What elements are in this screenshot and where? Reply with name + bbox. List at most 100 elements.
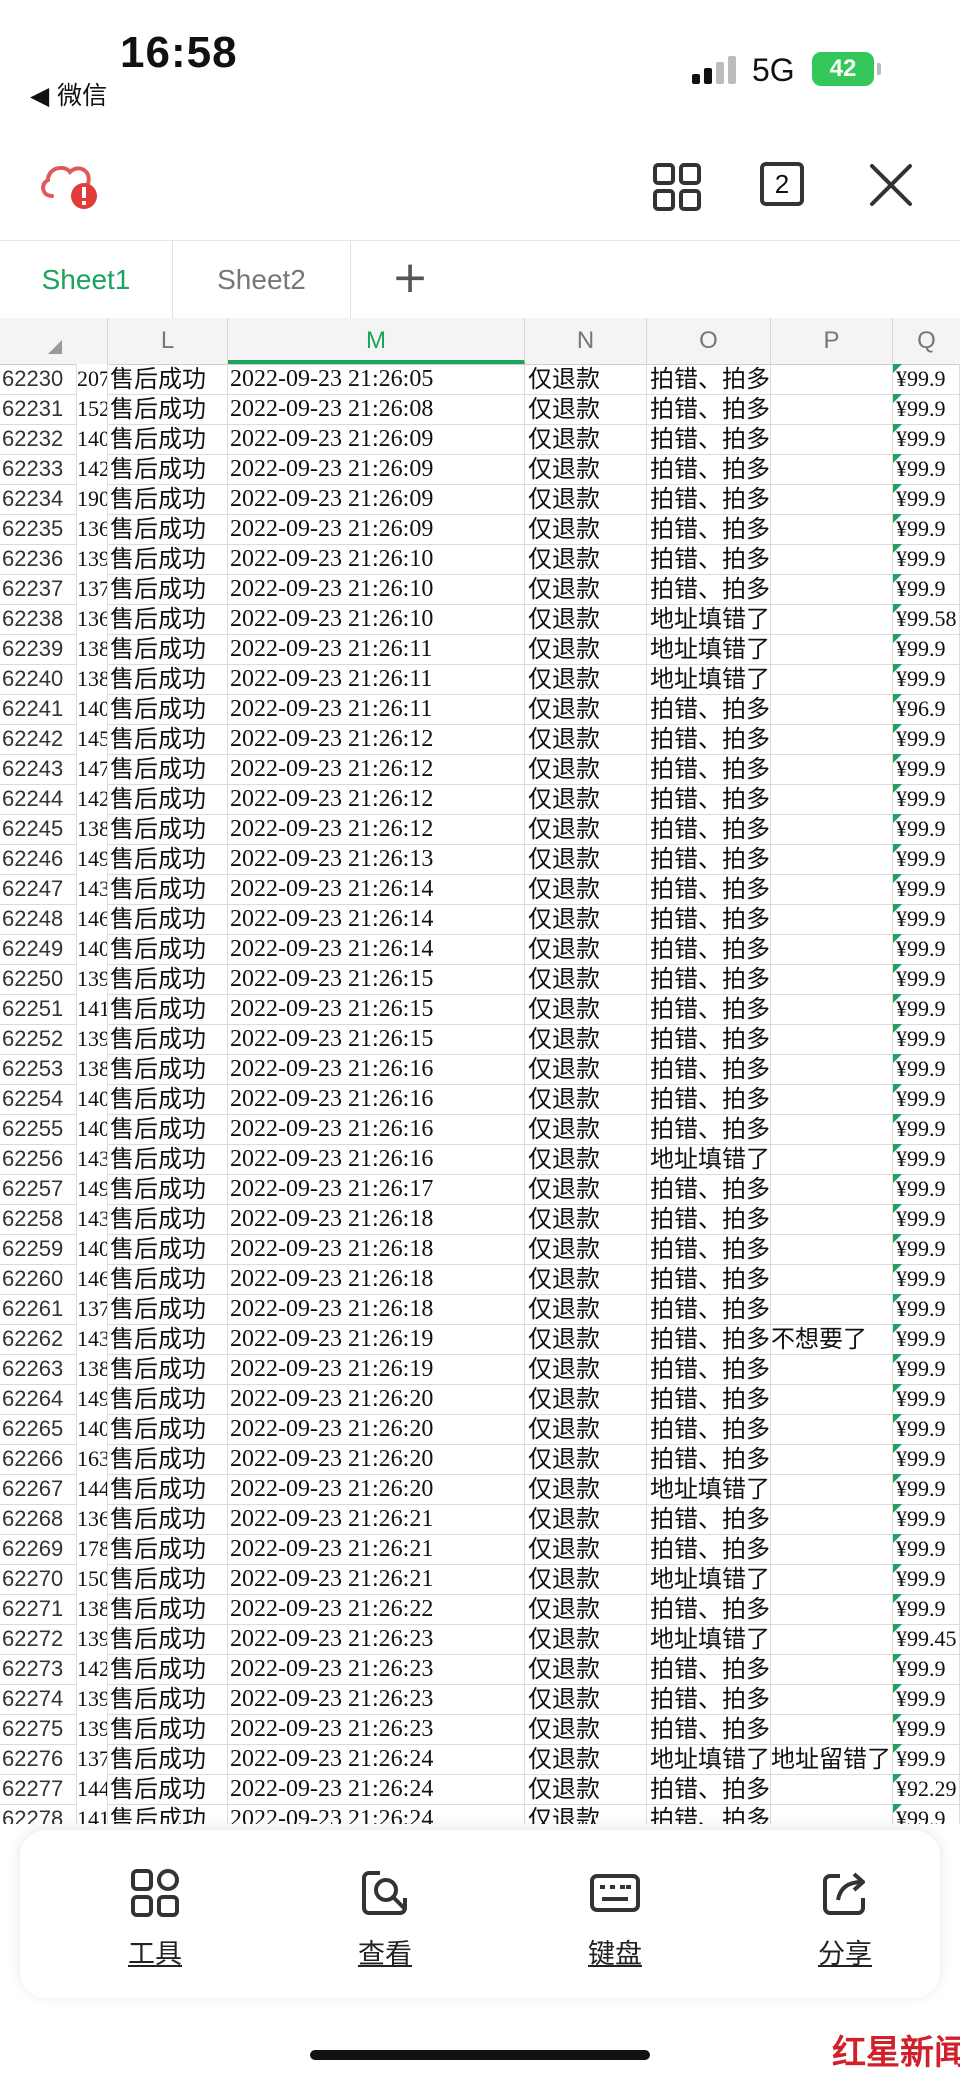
cloud-alert-icon[interactable] bbox=[38, 156, 100, 212]
cell-l[interactable]: 售后成功 bbox=[108, 1234, 228, 1264]
cell-n[interactable]: 仅退款 bbox=[525, 1234, 647, 1264]
cell-q[interactable]: ¥99.9 bbox=[893, 1204, 960, 1234]
cell-n[interactable]: 仅退款 bbox=[525, 1324, 647, 1354]
cell-n[interactable]: 仅退款 bbox=[525, 604, 647, 634]
cell-p[interactable] bbox=[771, 514, 893, 544]
cell-m[interactable]: 2022-09-23 21:26:09 bbox=[228, 484, 525, 514]
cell-l[interactable]: 售后成功 bbox=[108, 364, 228, 394]
cell-o[interactable]: 拍错、拍多 bbox=[647, 1654, 771, 1684]
cell-k[interactable]: 136 bbox=[76, 604, 108, 634]
cell-l[interactable]: 售后成功 bbox=[108, 394, 228, 424]
cell-m[interactable]: 2022-09-23 21:26:18 bbox=[228, 1264, 525, 1294]
cell-m[interactable]: 2022-09-23 21:26:15 bbox=[228, 994, 525, 1024]
cell-n[interactable]: 仅退款 bbox=[525, 634, 647, 664]
cell-k[interactable]: 143 bbox=[76, 1144, 108, 1174]
cell-k[interactable]: 143 bbox=[76, 874, 108, 904]
cell-p[interactable] bbox=[771, 1714, 893, 1744]
cell-n[interactable]: 仅退款 bbox=[525, 1474, 647, 1504]
cell-n[interactable]: 仅退款 bbox=[525, 1174, 647, 1204]
cell-n[interactable]: 仅退款 bbox=[525, 484, 647, 514]
cell-m[interactable]: 2022-09-23 21:26:15 bbox=[228, 1024, 525, 1054]
cell-n[interactable]: 仅退款 bbox=[525, 664, 647, 694]
cell-k[interactable]: 139 bbox=[76, 1714, 108, 1744]
cell-k[interactable]: 163 bbox=[76, 1444, 108, 1474]
cell-p[interactable] bbox=[771, 574, 893, 604]
cell-l[interactable]: 售后成功 bbox=[108, 1774, 228, 1804]
cell-k[interactable]: 144 bbox=[76, 1774, 108, 1804]
cell-o[interactable]: 拍错、拍多 bbox=[647, 934, 771, 964]
cell-n[interactable]: 仅退款 bbox=[525, 844, 647, 874]
cell-l[interactable]: 售后成功 bbox=[108, 544, 228, 574]
cell-o[interactable]: 地址填错了 bbox=[647, 1144, 771, 1174]
cell-n[interactable]: 仅退款 bbox=[525, 904, 647, 934]
cell-m[interactable]: 2022-09-23 21:26:12 bbox=[228, 814, 525, 844]
cell-o[interactable]: 拍错、拍多 bbox=[647, 574, 771, 604]
cell-q[interactable]: ¥99.9 bbox=[893, 1054, 960, 1084]
cell-l[interactable]: 售后成功 bbox=[108, 664, 228, 694]
cell-l[interactable]: 售后成功 bbox=[108, 964, 228, 994]
cell-m[interactable]: 2022-09-23 21:26:12 bbox=[228, 724, 525, 754]
cell-k[interactable]: 152 bbox=[76, 394, 108, 424]
cell-m[interactable]: 2022-09-23 21:26:13 bbox=[228, 844, 525, 874]
cell-p[interactable] bbox=[771, 1594, 893, 1624]
cell-m[interactable]: 2022-09-23 21:26:11 bbox=[228, 664, 525, 694]
cell-q[interactable]: ¥99.9 bbox=[893, 1744, 960, 1774]
cell-n[interactable]: 仅退款 bbox=[525, 1684, 647, 1714]
cell-n[interactable]: 仅退款 bbox=[525, 574, 647, 604]
cell-k[interactable]: 138 bbox=[76, 1054, 108, 1084]
cell-l[interactable]: 售后成功 bbox=[108, 1504, 228, 1534]
cell-q[interactable]: ¥99.9 bbox=[893, 1564, 960, 1594]
cell-n[interactable]: 仅退款 bbox=[525, 784, 647, 814]
cell-l[interactable]: 售后成功 bbox=[108, 1804, 228, 1824]
cell-k[interactable]: 140 bbox=[76, 1114, 108, 1144]
cell-o[interactable]: 拍错、拍多 bbox=[647, 1054, 771, 1084]
cell-k[interactable]: 150 bbox=[76, 1564, 108, 1594]
cell-q[interactable]: ¥99.9 bbox=[893, 1504, 960, 1534]
cell-o[interactable]: 拍错、拍多 bbox=[647, 394, 771, 424]
cell-o[interactable]: 拍错、拍多 bbox=[647, 1804, 771, 1824]
cell-k[interactable]: 139 bbox=[76, 964, 108, 994]
cell-k[interactable]: 149 bbox=[76, 844, 108, 874]
cell-n[interactable]: 仅退款 bbox=[525, 1594, 647, 1624]
cell-m[interactable]: 2022-09-23 21:26:19 bbox=[228, 1354, 525, 1384]
cell-q[interactable]: ¥99.9 bbox=[893, 574, 960, 604]
cell-m[interactable]: 2022-09-23 21:26:16 bbox=[228, 1084, 525, 1114]
cell-n[interactable]: 仅退款 bbox=[525, 1504, 647, 1534]
cell-m[interactable]: 2022-09-23 21:26:23 bbox=[228, 1714, 525, 1744]
cell-k[interactable]: 138 bbox=[76, 1354, 108, 1384]
cell-p[interactable] bbox=[771, 694, 893, 724]
cell-o[interactable]: 拍错、拍多 bbox=[647, 1114, 771, 1144]
cell-p[interactable] bbox=[771, 454, 893, 484]
cell-q[interactable]: ¥99.9 bbox=[893, 1324, 960, 1354]
add-sheet-button[interactable]: + bbox=[385, 241, 435, 318]
cell-m[interactable]: 2022-09-23 21:26:23 bbox=[228, 1684, 525, 1714]
cell-p[interactable] bbox=[771, 754, 893, 784]
cell-q[interactable]: ¥99.9 bbox=[893, 1294, 960, 1324]
cell-n[interactable]: 仅退款 bbox=[525, 1054, 647, 1084]
column-header-q[interactable]: Q bbox=[893, 318, 960, 364]
cell-p[interactable] bbox=[771, 1684, 893, 1714]
tab-sheet1[interactable]: Sheet1 bbox=[0, 241, 172, 318]
cell-o[interactable]: 拍错、拍多 bbox=[647, 754, 771, 784]
cell-o[interactable]: 拍错、拍多 bbox=[647, 724, 771, 754]
cell-p[interactable] bbox=[771, 1204, 893, 1234]
cell-l[interactable]: 售后成功 bbox=[108, 1534, 228, 1564]
cell-l[interactable]: 售后成功 bbox=[108, 1054, 228, 1084]
cell-p[interactable] bbox=[771, 1024, 893, 1054]
cell-l[interactable]: 售后成功 bbox=[108, 1144, 228, 1174]
cell-l[interactable]: 售后成功 bbox=[108, 1564, 228, 1594]
cell-m[interactable]: 2022-09-23 21:26:16 bbox=[228, 1054, 525, 1084]
cell-n[interactable]: 仅退款 bbox=[525, 1654, 647, 1684]
cell-p[interactable] bbox=[771, 364, 893, 394]
cell-n[interactable]: 仅退款 bbox=[525, 754, 647, 784]
cell-q[interactable]: ¥99.9 bbox=[893, 1804, 960, 1824]
cell-o[interactable]: 拍错、拍多 bbox=[647, 1444, 771, 1474]
cell-p[interactable] bbox=[771, 1054, 893, 1084]
cell-q[interactable]: ¥99.9 bbox=[893, 784, 960, 814]
cell-p[interactable] bbox=[771, 1294, 893, 1324]
cell-m[interactable]: 2022-09-23 21:26:20 bbox=[228, 1384, 525, 1414]
cell-q[interactable]: ¥99.9 bbox=[893, 1114, 960, 1144]
cell-l[interactable]: 售后成功 bbox=[108, 694, 228, 724]
cell-l[interactable]: 售后成功 bbox=[108, 724, 228, 754]
cell-m[interactable]: 2022-09-23 21:26:18 bbox=[228, 1234, 525, 1264]
